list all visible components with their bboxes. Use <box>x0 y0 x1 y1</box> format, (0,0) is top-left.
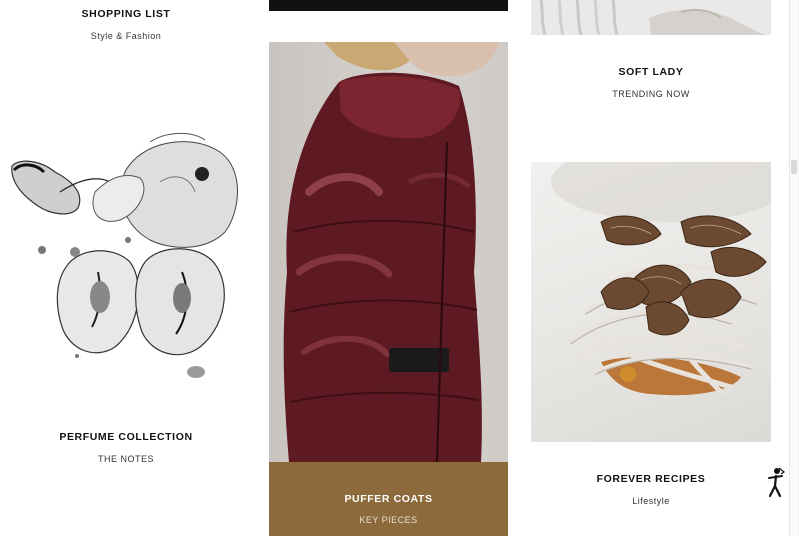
shopping-list-title[interactable]: SHOPPING LIST <box>0 8 252 20</box>
forever-recipes-subtitle[interactable]: Lifestyle <box>531 496 771 506</box>
scrollbar-marker <box>791 160 797 174</box>
sweater-illustration <box>531 0 771 35</box>
puffer-coats-title[interactable]: PUFFER COATS <box>269 493 508 505</box>
puffer-coats-caption[interactable]: PUFFER COATS KEY PIECES <box>269 462 508 536</box>
puffer-coats-subtitle[interactable]: KEY PIECES <box>269 515 508 525</box>
page-scrollbar[interactable] <box>789 0 799 536</box>
column-middle: PUFFER COATS KEY PIECES <box>269 0 508 536</box>
column-right: SOFT LADY TRENDING NOW FOREVER RECIPES L… <box>531 0 771 536</box>
truffle-noodle-dish-photo[interactable] <box>531 162 771 442</box>
scrollbar-thumb[interactable] <box>789 0 798 536</box>
soft-lady-subtitle[interactable]: TRENDING NOW <box>531 89 771 99</box>
shopping-list-subtitle[interactable]: Style & Fashion <box>0 31 252 41</box>
forever-recipes-title[interactable]: FOREVER RECIPES <box>531 473 771 485</box>
perfume-collection-title[interactable]: PERFUME COLLECTION <box>0 431 252 443</box>
accessibility-person-icon[interactable] <box>764 466 786 498</box>
floral-watercolor-illustration[interactable] <box>0 122 252 387</box>
coat-illustration <box>283 42 499 462</box>
dish-illustration <box>551 162 771 396</box>
column-left: SHOPPING LIST Style & Fashion PERFUME CO… <box>0 0 252 536</box>
previous-card-image-edge[interactable] <box>269 0 508 11</box>
soft-lady-title[interactable]: SOFT LADY <box>531 66 771 78</box>
perfume-collection-subtitle[interactable]: THE NOTES <box>0 454 252 464</box>
white-knit-sweater-photo[interactable] <box>531 0 771 35</box>
burgundy-puffer-coat-photo[interactable] <box>269 42 508 462</box>
